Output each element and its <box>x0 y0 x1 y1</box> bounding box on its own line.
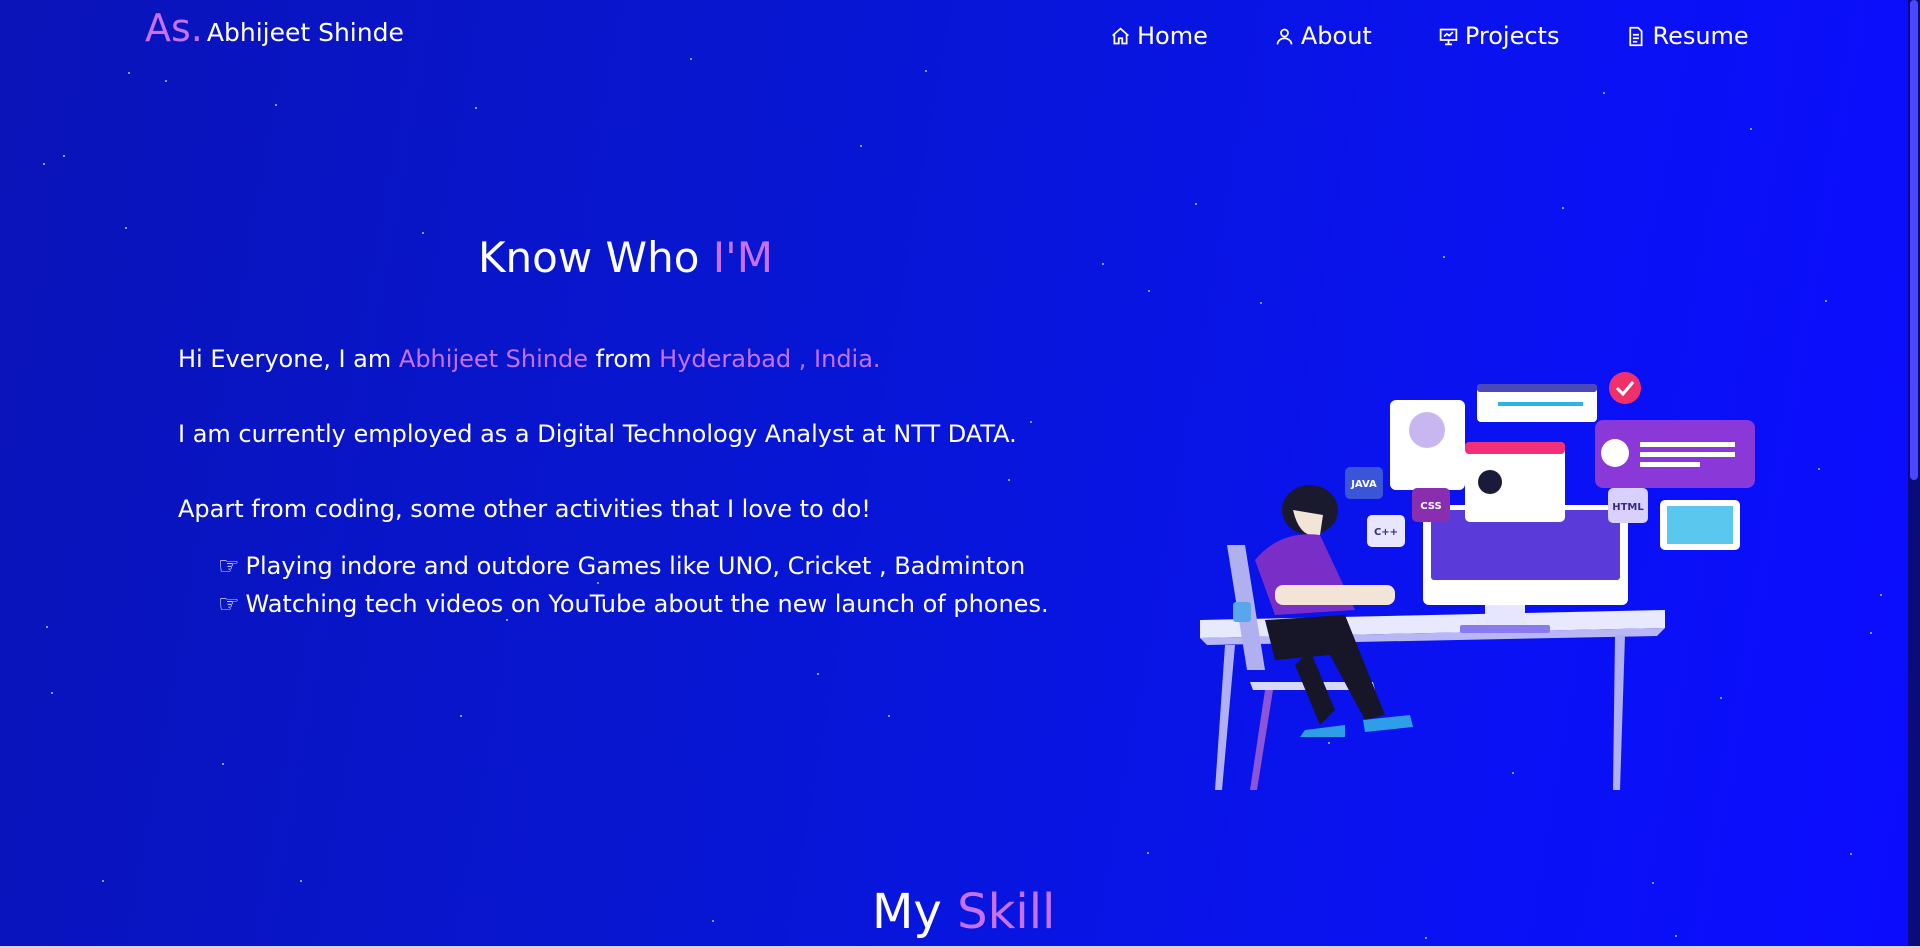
pointing-hand-icon: ☞ <box>218 590 240 618</box>
intro-start: Hi Everyone, I am <box>178 345 392 373</box>
skills-title-prefix: My <box>872 884 942 940</box>
home-icon <box>1112 26 1129 44</box>
main-nav: Home About Projects Resume <box>1110 22 1749 50</box>
presentation-icon <box>1439 28 1458 45</box>
intro-mid: from <box>595 345 652 373</box>
hobby-text: Playing indore and outdore Games like UN… <box>245 552 1026 580</box>
intro-name: Abhijeet Shinde <box>398 345 588 373</box>
nav-about-label: About <box>1300 22 1372 50</box>
logo-name: Abhijeet Shinde <box>206 18 404 47</box>
site-logo[interactable]: As. Abhijeet Shinde <box>145 6 404 50</box>
user-icon <box>1276 28 1293 44</box>
hobby-item: ☞ Playing indore and outdore Games like … <box>218 552 1025 580</box>
hobbies-intro: Apart from coding, some other activities… <box>178 495 871 523</box>
nav-projects[interactable]: Projects <box>1438 22 1560 50</box>
nav-home[interactable]: Home <box>1110 22 1208 50</box>
nav-resume[interactable]: Resume <box>1625 22 1749 50</box>
vertical-scrollbar[interactable] <box>1908 0 1920 948</box>
logo-mark: As. <box>145 6 203 50</box>
java-badge: JAVA <box>1350 479 1377 490</box>
nav-resume-label: Resume <box>1652 22 1749 50</box>
intro-place: Hyderabad , India. <box>659 345 881 373</box>
hobby-text: Watching tech videos on YouTube about th… <box>245 590 1049 618</box>
skills-title: My Skill <box>872 884 1055 940</box>
nav-home-label: Home <box>1137 22 1208 50</box>
hobby-item: ☞ Watching tech videos on YouTube about … <box>218 590 1049 618</box>
job-paragraph: I am currently employed as a Digital Tec… <box>178 420 1017 448</box>
skills-title-highlight: Skill <box>957 884 1056 940</box>
about-title-highlight: I'M <box>712 233 773 282</box>
about-title-prefix: Know Who <box>478 233 700 282</box>
nav-projects-label: Projects <box>1464 22 1560 50</box>
about-title: Know Who I'M <box>478 233 773 282</box>
scrollbar-thumb[interactable] <box>1910 0 1918 480</box>
pointing-hand-icon: ☞ <box>218 552 240 580</box>
developer-illustration: JAVA CSS HTML C++ <box>1200 372 1755 790</box>
document-icon <box>1629 26 1643 46</box>
cpp-badge: C++ <box>1374 527 1398 538</box>
intro-paragraph: Hi Everyone, I am Abhijeet Shinde from H… <box>178 345 881 373</box>
css-badge: CSS <box>1420 501 1441 512</box>
html-badge: HTML <box>1612 502 1644 513</box>
nav-about[interactable]: About <box>1274 22 1372 50</box>
